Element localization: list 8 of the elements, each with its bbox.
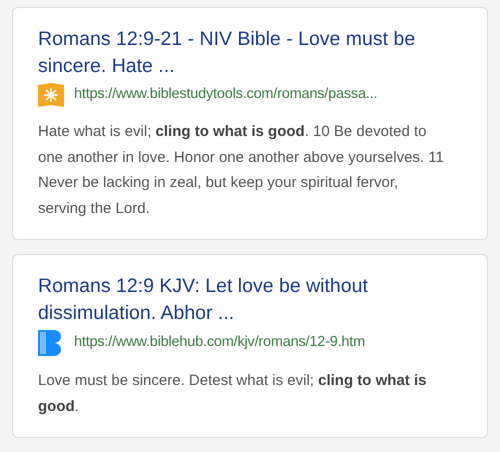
result-url-link[interactable]: https://www.biblestudytools.com/romans/passa... [74, 84, 378, 106]
book-icon [38, 330, 64, 356]
result-snippet: Hate what is evil; cling to what is good. 10 Be devoted to one another in love. Honor one another above yourselves. 11 Never be lacking in zeal, but keep your spiritual fervor, serving the Lord. [38, 122, 445, 218]
result-title-link[interactable]: Romans 12:9 KJV: Let love be without dissimulation. Abhor ... [38, 273, 437, 327]
result-url-link[interactable]: https://www.biblehub.com/kjv/romans/12-9.htm [74, 332, 365, 354]
sun-icon [38, 83, 64, 107]
result-title-link[interactable]: Romans 12:9-21 - NIV Bible - Love must be sincere. Hate ... [38, 26, 437, 80]
result-snippet: Love must be sincere. Detest what is evil; cling to what is good. [38, 371, 428, 416]
